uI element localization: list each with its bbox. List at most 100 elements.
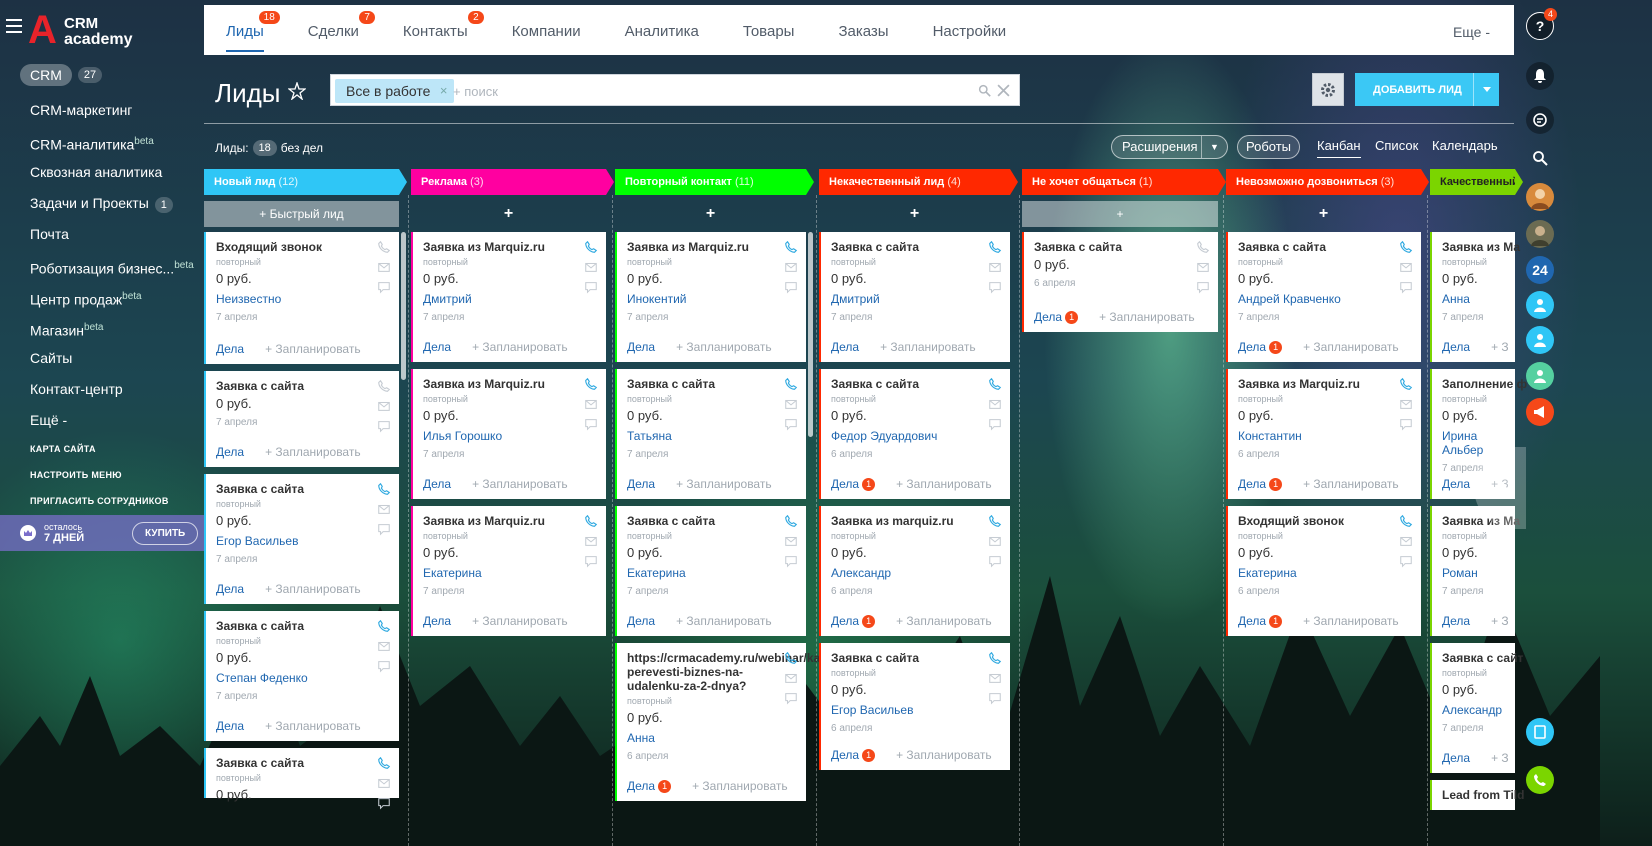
card-deals-link[interactable]: Дела — [831, 340, 859, 354]
phone-icon[interactable] — [988, 514, 1002, 528]
chat-icon[interactable] — [377, 659, 391, 673]
column-header[interactable]: Некачественный лид (4) — [819, 169, 1018, 195]
phone-icon[interactable] — [584, 240, 598, 254]
card-contact-name[interactable]: Илья Горошко — [423, 429, 596, 443]
lead-card[interactable]: Заявка с сайта повторный 0 руб. Дмитрий 7 ап… — [819, 232, 1010, 362]
card-plan-link[interactable]: + З — [1491, 614, 1509, 628]
phone-icon[interactable] — [988, 377, 1002, 391]
mail-icon[interactable] — [1399, 397, 1413, 411]
card-title[interactable]: Заявка с сайта — [216, 482, 376, 496]
mail-icon[interactable] — [784, 260, 798, 274]
avatar-user-1[interactable] — [1526, 183, 1554, 211]
clear-search-icon[interactable] — [997, 84, 1010, 97]
add-lead-button[interactable]: ДОБАВИТЬ ЛИД — [1355, 73, 1499, 106]
card-deals-link[interactable]: Дела — [216, 582, 244, 596]
card-title[interactable]: Заявка с сайта — [216, 619, 376, 633]
tab-4[interactable]: Аналитика — [603, 5, 721, 55]
sidebar-sitemap-link[interactable]: КАРТА САЙТА — [30, 444, 215, 454]
chat-icon[interactable] — [584, 417, 598, 431]
phone-icon[interactable] — [377, 240, 391, 254]
sidebar-invite-link[interactable]: ПРИГЛАСИТЬ СОТРУДНИКОВ — [30, 496, 215, 506]
tab-2[interactable]: Контакты 2 — [381, 5, 490, 55]
lead-card[interactable]: Заявка с сайта повторный 0 руб. — [204, 748, 399, 810]
phone-icon[interactable] — [1399, 240, 1413, 254]
card-contact-name[interactable]: Екатерина — [423, 566, 596, 580]
crm-contact-icon-2[interactable] — [1526, 326, 1554, 354]
mail-icon[interactable] — [1196, 260, 1210, 274]
card-contact-name[interactable]: Александр — [831, 566, 1000, 580]
mail-icon[interactable] — [988, 534, 1002, 548]
tab-6[interactable]: Заказы — [816, 5, 910, 55]
card-deals-link[interactable]: Дела — [216, 342, 244, 356]
lead-card[interactable]: Заявка с сайта 0 руб. 6 апреля Дела 1 + Запла… — [1022, 232, 1218, 332]
card-contact-name[interactable]: Константин — [1238, 429, 1411, 443]
mail-icon[interactable] — [584, 397, 598, 411]
card-title[interactable]: Заявка с сайта — [831, 240, 991, 254]
mail-icon[interactable] — [784, 671, 798, 685]
card-plan-link[interactable]: + Запланировать — [265, 342, 361, 356]
sidebar-item[interactable]: Ещё - — [30, 405, 215, 436]
card-plan-link[interactable]: + Запланировать — [676, 614, 772, 628]
phone-icon[interactable] — [784, 651, 798, 665]
logo[interactable]: A CRM academy — [28, 10, 158, 50]
chat-icon[interactable] — [988, 691, 1002, 705]
mail-icon[interactable] — [377, 502, 391, 516]
card-deals-link[interactable]: Дела — [1034, 310, 1062, 324]
phone-icon[interactable] — [377, 482, 391, 496]
chat-icon[interactable] — [988, 554, 1002, 568]
mail-icon[interactable] — [377, 639, 391, 653]
phone-icon[interactable] — [377, 619, 391, 633]
mail-icon[interactable] — [784, 397, 798, 411]
card-deals-link[interactable]: Дела — [1442, 340, 1470, 354]
card-title[interactable]: Заявка с сайта — [216, 756, 376, 770]
phone-icon[interactable] — [784, 377, 798, 391]
card-plan-link[interactable]: + Запланировать — [265, 445, 361, 459]
chat-icon[interactable] — [1526, 106, 1554, 134]
card-deals-link[interactable]: Дела — [627, 340, 655, 354]
lead-card[interactable]: Входящий звонок повторный 0 руб. Екатерина 6… — [1226, 506, 1421, 636]
chat-icon[interactable] — [584, 280, 598, 294]
mail-icon[interactable] — [584, 534, 598, 548]
card-title[interactable]: Заявка из Marquiz.ru — [627, 240, 787, 254]
lead-card[interactable]: https://crmacademy.ru/webinar/kak-pereve… — [615, 643, 831, 801]
card-plan-link[interactable]: + Запланировать — [676, 340, 772, 354]
card-plan-link[interactable]: + Запланировать — [1303, 340, 1399, 354]
card-plan-link[interactable]: + Запланировать — [896, 477, 992, 491]
mail-icon[interactable] — [988, 671, 1002, 685]
column-header[interactable]: Реклама (3) — [411, 169, 614, 195]
lead-card[interactable]: Заявка с сайта 0 руб. 7 апреля Дела + Заплан… — [204, 371, 399, 467]
chat-icon[interactable] — [1399, 280, 1413, 294]
lead-card[interactable]: Заявка с сайта повторный 0 руб. Егор Василь… — [204, 474, 399, 604]
lead-card[interactable]: Заявка с сайта повторный 0 руб. Егор Василь… — [819, 643, 1010, 770]
card-deals-link[interactable]: Дела — [423, 477, 451, 491]
chat-icon[interactable] — [784, 554, 798, 568]
notifications-bell-icon[interactable] — [1526, 62, 1554, 90]
card-contact-name[interactable]: Екатерина — [627, 566, 796, 580]
megaphone-icon[interactable] — [1526, 398, 1554, 426]
card-plan-link[interactable]: + З — [1491, 751, 1509, 765]
phone-icon[interactable] — [988, 651, 1002, 665]
column-scrollbar[interactable] — [808, 232, 813, 437]
card-plan-link[interactable]: + Запланировать — [896, 614, 992, 628]
sidebar-item[interactable]: Сквозная аналитика — [30, 157, 215, 188]
column-header[interactable]: Качественный — [1430, 169, 1523, 195]
chat-icon[interactable] — [988, 417, 1002, 431]
mail-icon[interactable] — [377, 260, 391, 274]
tab-3[interactable]: Компании — [490, 5, 603, 55]
lead-card[interactable]: Заявка из Marquiz.ru повторный 0 руб. Иноке… — [615, 232, 806, 362]
sidebar-item-crm[interactable]: CRM 27 — [20, 64, 103, 86]
card-contact-name[interactable]: Андрей Кравченко — [1238, 292, 1411, 306]
card-deals-link[interactable]: Дела — [627, 614, 655, 628]
card-title[interactable]: Заявка с сайта — [831, 377, 991, 391]
card-title[interactable]: Входящий звонок — [216, 240, 376, 254]
chat-icon[interactable] — [377, 280, 391, 294]
card-title[interactable]: Заявка с сайта — [627, 514, 787, 528]
sidebar-item[interactable]: CRM-маркетинг — [30, 95, 215, 126]
sidebar-item[interactable]: Сайты — [30, 343, 215, 374]
lead-card[interactable]: Заявка с сайта повторный 0 руб. Татьяна 7 ап… — [615, 369, 806, 499]
card-plan-link[interactable]: + Запланировать — [472, 614, 568, 628]
card-plan-link[interactable]: + Запланировать — [880, 340, 976, 354]
phone-icon[interactable] — [1399, 377, 1413, 391]
card-contact-name[interactable]: Екатерина — [1238, 566, 1411, 580]
add-card-button[interactable]: + — [1226, 201, 1421, 227]
